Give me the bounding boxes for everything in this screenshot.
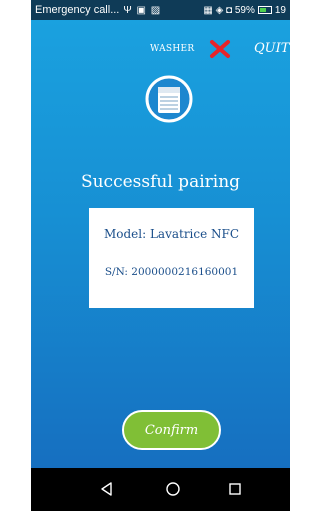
washer-label: WASHER <box>150 44 195 54</box>
app-content: WASHER QUIT Successful pairing Model: La… <box>31 20 290 468</box>
back-icon[interactable] <box>99 481 115 497</box>
device-info-card: Model: Lavatrice NFC S/N: 20000002161600… <box>89 208 254 308</box>
serial-number-text: S/N: 2000000216160001 <box>104 266 239 278</box>
carrier-text: Emergency call... <box>35 4 120 16</box>
close-icon[interactable] <box>209 39 231 59</box>
washer-device-icon <box>145 75 193 123</box>
battery-icon <box>257 6 272 14</box>
confirm-button[interactable]: Confirm <box>122 410 221 450</box>
page-title: Successful pairing <box>80 172 241 192</box>
model-text: Model: Lavatrice NFC <box>103 227 240 241</box>
recent-apps-icon[interactable] <box>228 482 242 496</box>
clock-text: 19 <box>274 4 286 16</box>
status-icons: Ψ ▣ ▨ <box>123 4 162 16</box>
status-bar: Emergency call... Ψ ▣ ▨ ▦ ◈ ◘ 59% 19 <box>31 0 290 20</box>
top-bar: WASHER QUIT <box>31 38 290 60</box>
system-nav-bar <box>31 468 290 511</box>
status-right: ▦ ◈ ◘ 59% 19 <box>203 5 286 16</box>
home-icon[interactable] <box>165 481 181 497</box>
phone-screen: Emergency call... Ψ ▣ ▨ ▦ ◈ ◘ 59% 19 WAS… <box>31 0 290 511</box>
status-right-text: ▦ ◈ ◘ 59% <box>203 4 255 16</box>
quit-button[interactable]: QUIT <box>254 41 289 56</box>
